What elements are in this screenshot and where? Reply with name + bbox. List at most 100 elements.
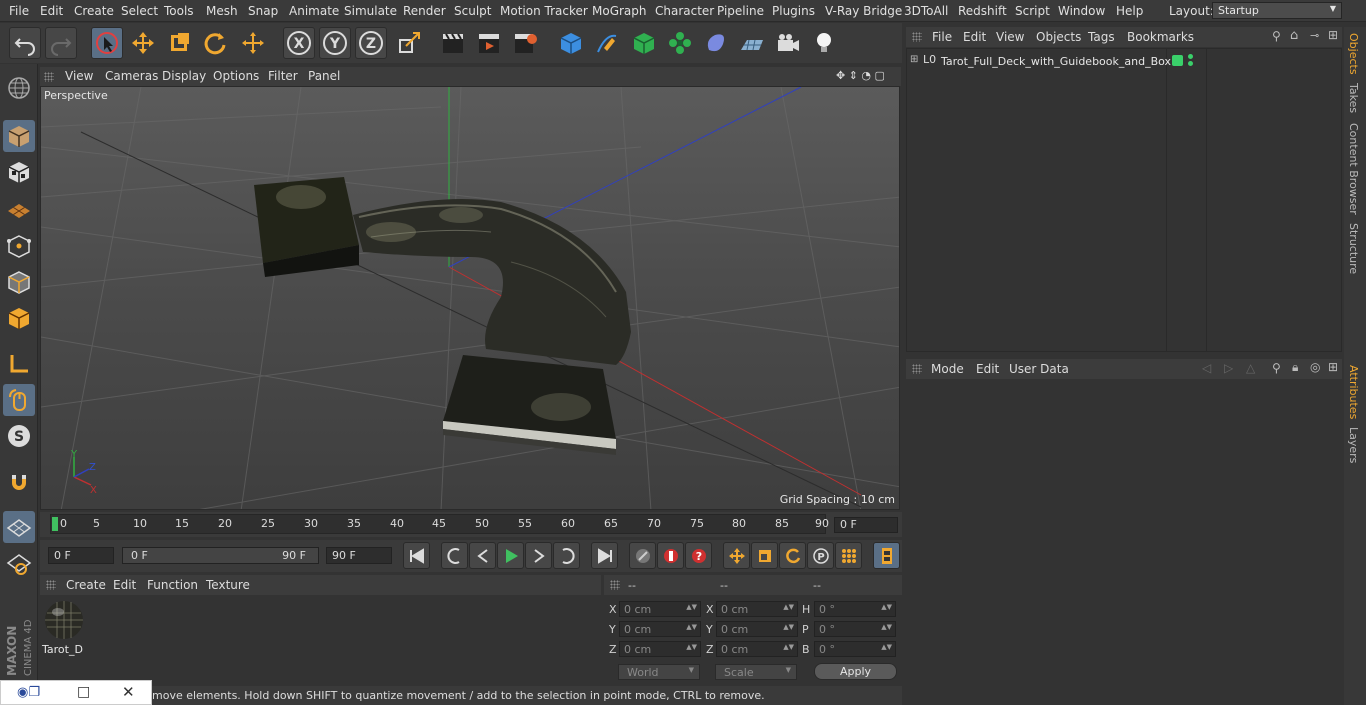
- search-icon[interactable]: ⚲: [1272, 29, 1281, 43]
- expand-icon[interactable]: ⊞: [910, 54, 918, 65]
- workplane-mode-button[interactable]: [3, 192, 35, 224]
- menu-character[interactable]: Character: [655, 4, 714, 18]
- menu-snap[interactable]: Snap: [248, 4, 278, 18]
- key-rotation-button[interactable]: [779, 542, 806, 569]
- menu-3dtoall[interactable]: 3DToAll: [904, 4, 948, 18]
- record-keys-button[interactable]: [629, 542, 656, 569]
- key-position-button[interactable]: [723, 542, 750, 569]
- apply-button[interactable]: Apply: [814, 663, 897, 680]
- om-menu-file[interactable]: File: [932, 30, 952, 44]
- z-axis-lock-button[interactable]: Z: [355, 27, 387, 59]
- forward-arrow-icon[interactable]: ▷: [1224, 361, 1233, 375]
- axis-mode-button[interactable]: [3, 348, 35, 380]
- object-name[interactable]: Tarot_Full_Deck_with_Guidebook_and_Box: [941, 55, 1171, 68]
- redo-button[interactable]: [45, 27, 77, 59]
- model-mode-button[interactable]: [3, 120, 35, 152]
- move-tool-button[interactable]: [127, 27, 159, 59]
- edges-mode-button[interactable]: [3, 266, 35, 298]
- attr-menu-user-data[interactable]: User Data: [1009, 362, 1069, 376]
- perspective-viewport[interactable]: Y X Z Perspective Grid Spacing : 10 cm: [40, 86, 900, 510]
- pos-z-field[interactable]: 0 cm ▲▼: [619, 641, 701, 657]
- menu-simulate[interactable]: Simulate: [344, 4, 397, 18]
- live-selection-button[interactable]: [91, 27, 123, 59]
- tab-attributes[interactable]: Attributes: [1347, 365, 1360, 419]
- editor-visibility-dot[interactable]: [1188, 54, 1193, 59]
- viewport-menu-panel[interactable]: Panel: [308, 69, 340, 83]
- viewport-menu-view[interactable]: View: [65, 69, 93, 83]
- render-visibility-dot[interactable]: [1188, 61, 1193, 66]
- menu-select[interactable]: Select: [121, 4, 158, 18]
- transform-tool-button[interactable]: [237, 27, 269, 59]
- material-menu-texture[interactable]: Texture: [206, 578, 250, 592]
- viewport-nav-icons[interactable]: ✥ ⇕ ◔ ▢: [836, 69, 885, 82]
- solo-button[interactable]: S: [3, 420, 35, 452]
- rot-h-field[interactable]: 0 ° ▲▼: [814, 601, 896, 617]
- lock-icon[interactable]: 🔒︎: [1292, 360, 1298, 375]
- render-to-picture-viewer-button[interactable]: [473, 27, 505, 59]
- make-editable-button[interactable]: [3, 72, 35, 104]
- timeline-window-button[interactable]: [873, 542, 900, 569]
- attr-menu-mode[interactable]: Mode: [931, 362, 964, 376]
- points-mode-button[interactable]: [3, 230, 35, 262]
- menu-create[interactable]: Create: [74, 4, 114, 18]
- tweak-mode-button[interactable]: [3, 384, 35, 416]
- menu-redshift[interactable]: Redshift: [958, 4, 1007, 18]
- tab-objects[interactable]: Objects: [1347, 33, 1360, 75]
- size-z-field[interactable]: 0 cm ▲▼: [716, 641, 798, 657]
- snap-button[interactable]: [3, 466, 35, 498]
- next-frame-button[interactable]: [525, 542, 552, 569]
- attr-menu-edit[interactable]: Edit: [976, 362, 999, 376]
- menu-mesh[interactable]: Mesh: [206, 4, 238, 18]
- panel-grip-icon[interactable]: [912, 32, 922, 42]
- panel-grip-icon[interactable]: [46, 580, 56, 590]
- menu-render[interactable]: Render: [403, 4, 446, 18]
- next-key-button[interactable]: [553, 542, 580, 569]
- x-axis-lock-button[interactable]: X: [283, 27, 315, 59]
- pen-spline-button[interactable]: [591, 27, 623, 59]
- size-y-field[interactable]: 0 cm ▲▼: [716, 621, 798, 637]
- material-sphere-thumbnail[interactable]: [43, 599, 85, 641]
- layout-select[interactable]: Startup ▼: [1212, 2, 1342, 19]
- viewport-menu-filter[interactable]: Filter: [268, 69, 298, 83]
- coordinate-mode-select[interactable]: World ▼: [618, 664, 700, 680]
- size-mode-select[interactable]: Scale ▼: [715, 664, 797, 680]
- frame-range-slider[interactable]: 0 F 90 F: [122, 547, 319, 564]
- autokey-button[interactable]: [657, 542, 684, 569]
- goto-start-button[interactable]: [403, 542, 430, 569]
- locked-workplane-button[interactable]: [3, 548, 35, 580]
- new-panel-icon[interactable]: ⊞: [1328, 28, 1338, 42]
- om-menu-bookmarks[interactable]: Bookmarks: [1127, 30, 1194, 44]
- start-frame-field[interactable]: 0 F: [48, 547, 114, 564]
- panel-grip-icon[interactable]: [44, 72, 54, 82]
- menu-sculpt[interactable]: Sculpt: [454, 4, 491, 18]
- viewport-menu-cameras[interactable]: Cameras: [105, 69, 158, 83]
- om-menu-objects[interactable]: Objects: [1036, 30, 1081, 44]
- menu-tools[interactable]: Tools: [164, 4, 194, 18]
- tab-content-browser[interactable]: Content Browser: [1347, 123, 1360, 215]
- end-frame-field[interactable]: 90 F: [326, 547, 392, 564]
- material-menu-function[interactable]: Function: [147, 578, 198, 592]
- menu-animate[interactable]: Animate: [289, 4, 339, 18]
- cube-object-button[interactable]: [555, 27, 587, 59]
- camera-object-button[interactable]: [772, 27, 804, 59]
- pos-x-field[interactable]: 0 cm ▲▼: [619, 601, 701, 617]
- rotate-tool-button[interactable]: [199, 27, 231, 59]
- material-menu-edit[interactable]: Edit: [113, 578, 136, 592]
- key-scale-button[interactable]: [751, 542, 778, 569]
- close-icon[interactable]: ✕: [122, 683, 135, 701]
- viewport-menu-display[interactable]: Display: [162, 69, 206, 83]
- key-parameter-button[interactable]: P: [807, 542, 834, 569]
- coordinate-system-button[interactable]: [393, 27, 425, 59]
- subdivision-surface-button[interactable]: [628, 27, 660, 59]
- menu-pipeline[interactable]: Pipeline: [717, 4, 764, 18]
- search-icon[interactable]: ⚲: [1272, 361, 1281, 375]
- playhead-marker[interactable]: [52, 517, 58, 531]
- timeline-ruler[interactable]: 0 5 10 15 20 25 30 35 40 45 50 55 60 65 …: [50, 514, 829, 534]
- play-button[interactable]: [497, 542, 524, 569]
- panel-grip-icon[interactable]: [610, 580, 620, 590]
- goto-end-button[interactable]: [591, 542, 618, 569]
- light-object-button[interactable]: [808, 27, 840, 59]
- new-panel-icon[interactable]: ⊞: [1328, 360, 1338, 374]
- home-icon[interactable]: ⌂: [1290, 28, 1298, 43]
- y-axis-lock-button[interactable]: Y: [319, 27, 351, 59]
